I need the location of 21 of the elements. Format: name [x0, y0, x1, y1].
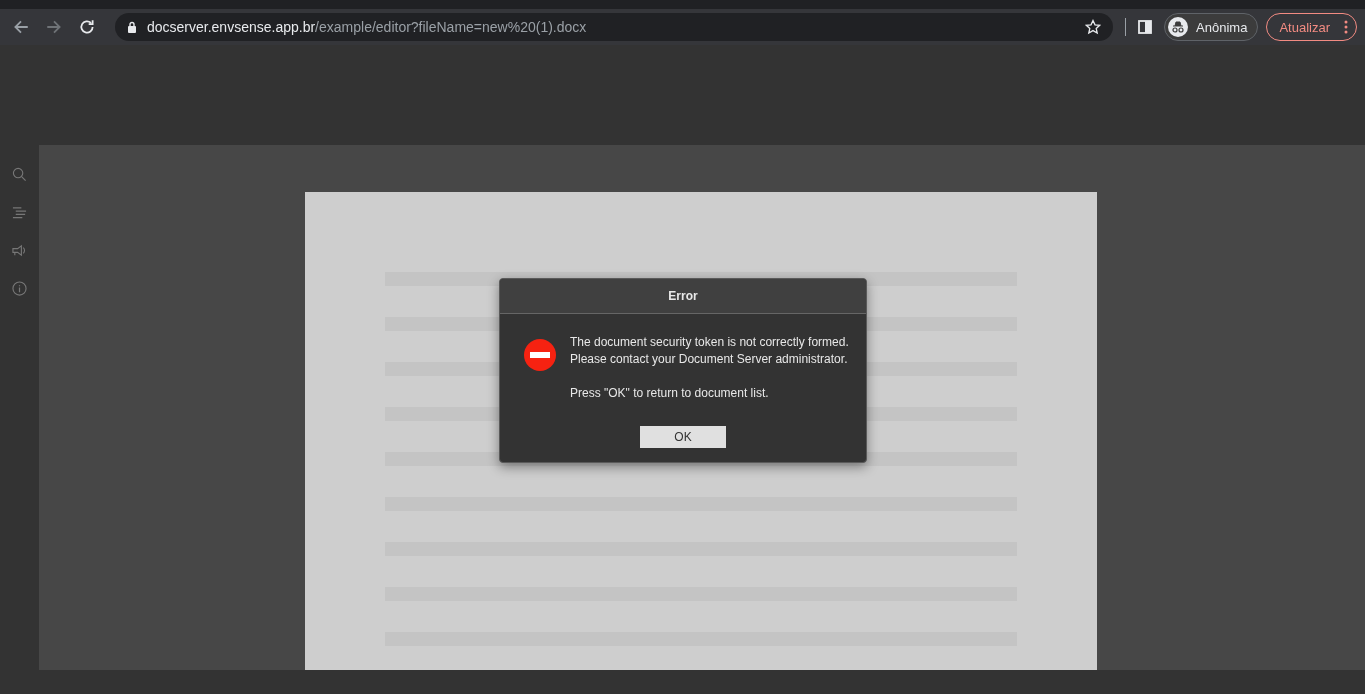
incognito-profile-button[interactable]: Anônima: [1164, 13, 1259, 41]
reload-icon[interactable]: [78, 18, 96, 36]
forward-icon[interactable]: [45, 18, 63, 36]
star-icon[interactable]: [1085, 19, 1102, 35]
info-icon[interactable]: [12, 281, 27, 296]
back-icon[interactable]: [12, 18, 30, 36]
megaphone-icon[interactable]: [12, 243, 27, 258]
lock-icon: [127, 21, 137, 33]
dialog-title: Error: [500, 279, 866, 314]
error-message: Please contact your Document Server administrator.: [570, 351, 849, 368]
ok-button[interactable]: OK: [640, 426, 726, 448]
search-icon[interactable]: [12, 167, 27, 182]
incognito-icon: [1168, 17, 1189, 37]
error-message: The document security token is not correctly formed.: [570, 334, 849, 351]
more-icon: [1344, 20, 1348, 34]
error-hint: Press "OK" to return to document list.: [570, 385, 770, 402]
address-bar[interactable]: docserver.envsense.app.br/example/editor?fileName=new%20(1).docx: [115, 13, 1114, 41]
url-text: docserver.envsense.app.br/example/editor?fileName=new%20(1).docx: [147, 19, 588, 35]
error-icon: [524, 339, 556, 371]
align-icon[interactable]: [12, 205, 27, 220]
side-panel-icon[interactable]: [1138, 20, 1153, 34]
